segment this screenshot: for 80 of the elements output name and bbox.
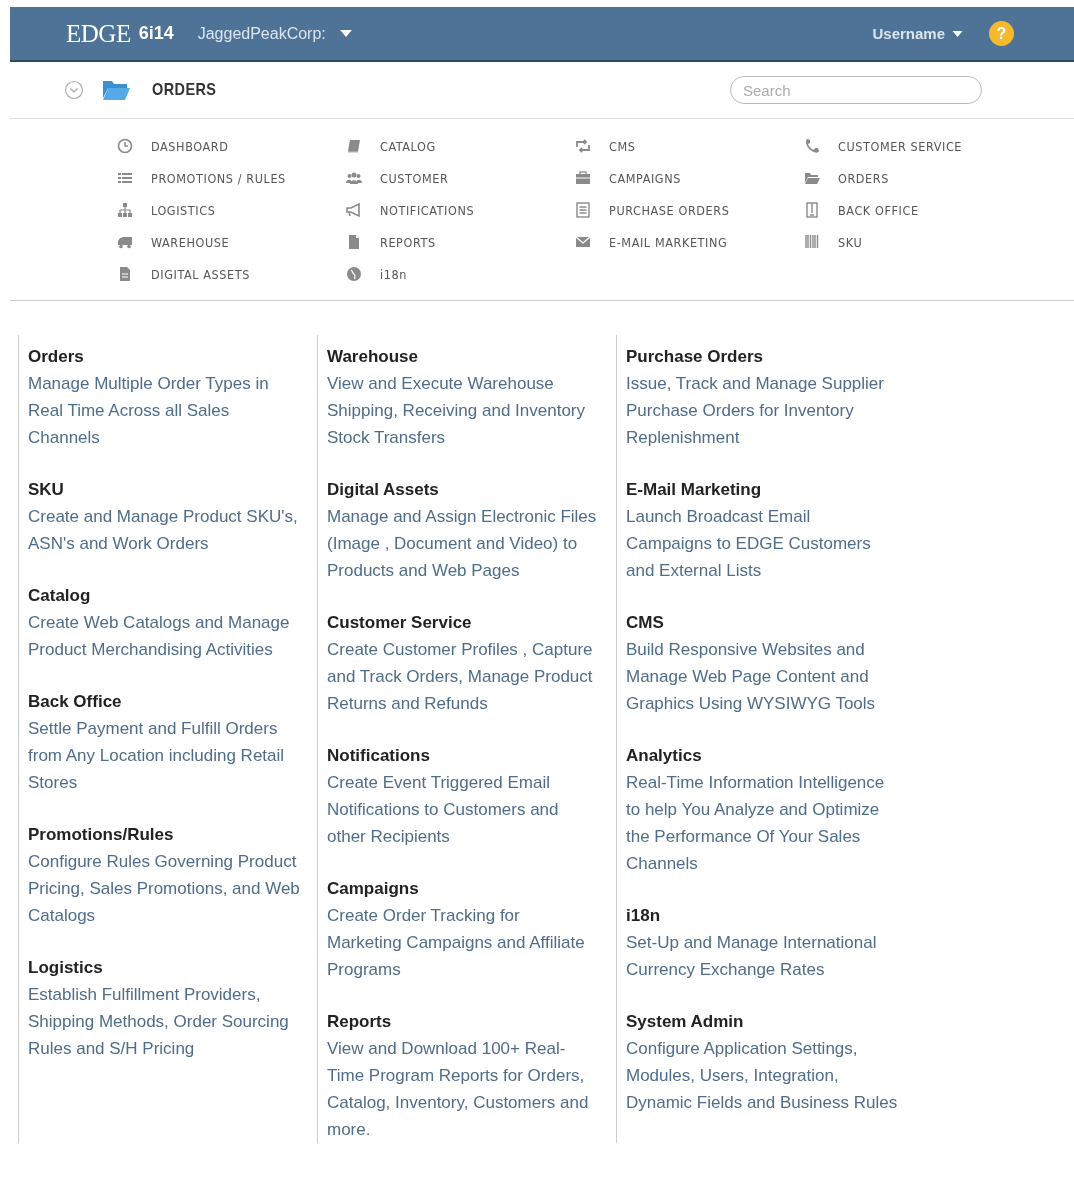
module-description: Configure Application Settings, Modules, Users, Integration, Dynamic Fields and Business Rules bbox=[626, 1038, 898, 1114]
menu-item[interactable]: CMS bbox=[575, 135, 804, 157]
menu-item[interactable]: CATALOG bbox=[346, 135, 575, 157]
module-description: Real-Time Information Intelligence to help You Analyze and Optimize the Performance Of Your Sales Channels bbox=[626, 772, 886, 875]
barcode-icon bbox=[804, 234, 820, 250]
module-title[interactable]: Notifications bbox=[327, 742, 616, 769]
module-description: Create and Manage Product SKU's, ASN's and Work Orders bbox=[28, 506, 299, 555]
module-description: Settle Payment and Fulfill Orders from Any Location including Retail Stores bbox=[28, 718, 286, 794]
menu-item[interactable]: REPORTS bbox=[346, 231, 575, 253]
module-description: Create Event Triggered Email Notifications to Customers and other Recipients bbox=[327, 772, 560, 848]
module-description: Set-Up and Manage International Currency Exchange Rates bbox=[626, 932, 878, 981]
phone-icon bbox=[804, 138, 820, 154]
menu-item[interactable]: DASHBOARD bbox=[117, 135, 346, 157]
module-title[interactable]: Reports bbox=[327, 1008, 616, 1035]
menu-item[interactable]: NOTIFICATIONS bbox=[346, 199, 575, 221]
module-title[interactable]: System Admin bbox=[626, 1008, 915, 1035]
menu-item[interactable]: E-MAIL MARKETING bbox=[575, 231, 804, 253]
door-icon bbox=[804, 202, 820, 218]
arrows-icon bbox=[575, 138, 591, 154]
module-description: Configure Rules Governing Product Pricing, Sales Promotions, and Web Catalogs bbox=[28, 851, 300, 927]
menu-item[interactable]: PURCHASE ORDERS bbox=[575, 199, 804, 221]
caret-icon bbox=[339, 30, 352, 37]
module-description: View and Download 100+ Real-Time Program Reports for Orders, Catalog, Inventory, Customers and more. bbox=[327, 1038, 590, 1141]
module-title[interactable]: E-Mail Marketing bbox=[626, 476, 915, 503]
search-field[interactable]: Search bbox=[730, 76, 982, 104]
module-description: Create Order Tracking for Marketing Campaigns and Affiliate Programs bbox=[327, 905, 586, 981]
company-dropdown[interactable]: JaggedPeakCorp: bbox=[197, 24, 352, 43]
menu-item[interactable]: PROMOTIONS / RULES bbox=[117, 167, 346, 189]
module-description: View and Execute Warehouse Shipping, Receiving and Inventory Stock Transfers bbox=[327, 373, 586, 449]
briefcase-icon bbox=[575, 170, 591, 186]
module-title[interactable]: Purchase Orders bbox=[626, 343, 915, 370]
module-description: Create Customer Profiles , Capture and Track Orders, Manage Product Returns and Refunds bbox=[327, 639, 594, 715]
menu-item[interactable]: CUSTOMER SERVICE bbox=[804, 135, 1033, 157]
document-icon bbox=[346, 234, 362, 250]
document-icon bbox=[117, 266, 133, 282]
menu-item[interactable]: ORDERS bbox=[804, 167, 1033, 189]
module-title[interactable]: Catalog bbox=[28, 582, 317, 609]
folder-icon bbox=[804, 170, 820, 186]
module-title[interactable]: Logistics bbox=[28, 954, 317, 981]
version-label: 6i14 bbox=[138, 23, 174, 44]
menu-item[interactable]: i18n bbox=[346, 263, 575, 285]
module-title[interactable]: CMS bbox=[626, 609, 915, 636]
clock-icon bbox=[117, 138, 133, 154]
sitemap-icon bbox=[117, 202, 133, 218]
module-description: Establish Fulfillment Providers, Shipping Methods, Order Sourcing Rules and S/H Pricing bbox=[28, 984, 290, 1060]
module-title[interactable]: Campaigns bbox=[327, 875, 616, 902]
module-description: Launch Broadcast Email Campaigns to EDGE Customers and External Lists bbox=[626, 506, 872, 582]
module-title[interactable]: Customer Service bbox=[327, 609, 616, 636]
module-title[interactable]: Back Office bbox=[28, 688, 317, 715]
megaphone-icon bbox=[346, 202, 362, 218]
caret-icon bbox=[952, 30, 963, 37]
module-title[interactable]: Promotions/Rules bbox=[28, 821, 317, 848]
menu-item[interactable]: SKU bbox=[804, 231, 1033, 253]
menu-item[interactable]: BACK OFFICE bbox=[804, 199, 1033, 221]
module-description: Manage Multiple Order Types in Real Time Across all Sales Channels bbox=[28, 373, 270, 449]
expand-icon[interactable] bbox=[64, 80, 84, 100]
menu-item[interactable]: CAMPAIGNS bbox=[575, 167, 804, 189]
module-title[interactable]: Analytics bbox=[626, 742, 915, 769]
module-description: Build Responsive Websites and Manage Web Page Content and Graphics Using WYSIWYG Tools bbox=[626, 639, 877, 715]
module-description: Issue, Track and Manage Supplier Purchase Orders for Inventory Replenishment bbox=[626, 373, 885, 449]
page-title: ORDERS bbox=[152, 80, 217, 100]
module-title[interactable]: Digital Assets bbox=[327, 476, 616, 503]
envelope-icon bbox=[575, 234, 591, 250]
user-menu[interactable]: Username bbox=[872, 25, 963, 42]
module-title[interactable]: Orders bbox=[28, 343, 317, 370]
module-description: Create Web Catalogs and Manage Product Merchandising Activities bbox=[28, 612, 291, 661]
menu-item[interactable]: CUSTOMER bbox=[346, 167, 575, 189]
module-description: Manage and Assign Electronic Files (Image , Document and Video) to Products and Web Pages bbox=[327, 506, 598, 582]
menu-item[interactable]: WAREHOUSE bbox=[117, 231, 346, 253]
truck-icon bbox=[117, 234, 133, 250]
form-icon bbox=[575, 202, 591, 218]
logo: EDGE bbox=[66, 19, 131, 48]
module-title[interactable]: SKU bbox=[28, 476, 317, 503]
list-icon bbox=[117, 170, 133, 186]
module-title[interactable]: Warehouse bbox=[327, 343, 616, 370]
menu-item[interactable]: DIGITAL ASSETS bbox=[117, 263, 346, 285]
menu-item[interactable]: LOGISTICS bbox=[117, 199, 346, 221]
module-title[interactable]: i18n bbox=[626, 902, 915, 929]
users-icon bbox=[346, 170, 362, 186]
folder-icon bbox=[102, 79, 130, 101]
